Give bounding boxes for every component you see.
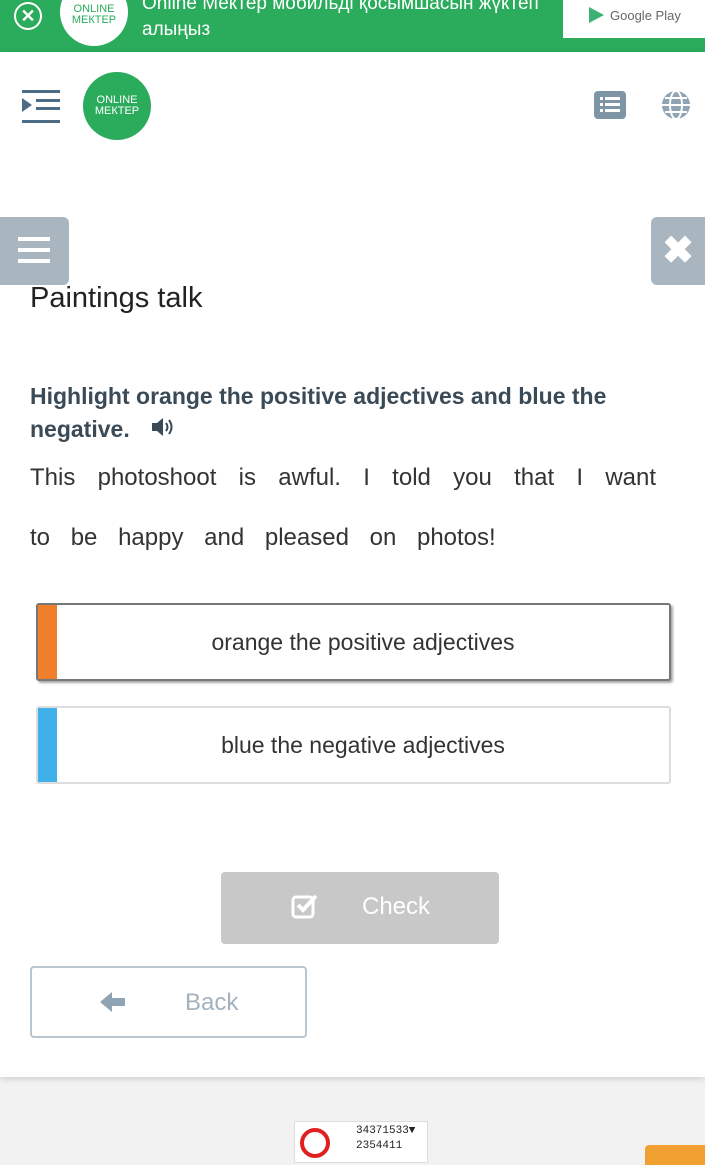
- sentence-word[interactable]: photoshoot: [98, 448, 217, 508]
- google-play-label: Google Play: [610, 8, 681, 23]
- sentence-word[interactable]: I: [576, 448, 583, 508]
- close-icon[interactable]: ✖: [651, 217, 705, 285]
- sentence-word[interactable]: happy: [118, 508, 183, 568]
- sentence-word[interactable]: is: [239, 448, 256, 508]
- sentence-word[interactable]: you: [453, 448, 492, 508]
- lesson-title: Paintings talk: [30, 282, 203, 314]
- checkbox-check-icon: [291, 893, 319, 924]
- counter-line1: 34371533▼: [356, 1125, 416, 1137]
- highlight-sentence: This photoshoot is awful. I told you tha…: [30, 448, 670, 568]
- back-label: Back: [185, 989, 239, 1016]
- sentence-word[interactable]: photos!: [417, 508, 496, 568]
- counter-text: 34371533▼ 2354411: [356, 1124, 415, 1154]
- sentence-word[interactable]: on: [370, 508, 397, 568]
- sentence-word[interactable]: This: [30, 448, 75, 508]
- option-color-stripe: [38, 708, 57, 782]
- banner-logo-text: ONLINE МЕКТЕР: [71, 3, 117, 26]
- globe-icon[interactable]: [660, 89, 692, 121]
- logo-text: ONLINE МЕКТЕР: [94, 94, 140, 117]
- option-positive[interactable]: orange the positive adjectives: [36, 603, 671, 681]
- sentence-word[interactable]: and: [204, 508, 244, 568]
- sentence-word[interactable]: told: [392, 448, 431, 508]
- close-circle-icon[interactable]: ✕: [14, 2, 42, 30]
- option-negative[interactable]: blue the negative adjectives: [36, 706, 671, 784]
- hamburger-icon[interactable]: [0, 217, 69, 285]
- sentence-word[interactable]: awful.: [278, 448, 341, 508]
- check-button[interactable]: [221, 872, 499, 944]
- sentence-word[interactable]: I: [363, 448, 370, 508]
- sentence-word[interactable]: be: [71, 508, 98, 568]
- check-label: Check: [362, 893, 431, 920]
- option-label: blue the negative adjectives: [221, 732, 505, 758]
- back-button[interactable]: [30, 966, 307, 1038]
- instruction-text: Highlight orange the positive adjectives…: [30, 383, 607, 442]
- orange-tab[interactable]: [645, 1145, 705, 1165]
- arrow-left-icon: [100, 990, 126, 1019]
- sentence-word[interactable]: to: [30, 508, 50, 568]
- speaker-icon[interactable]: [150, 414, 176, 447]
- google-play-icon: [589, 7, 604, 23]
- sentence-word[interactable]: want: [605, 448, 656, 508]
- sentence-word[interactable]: that: [514, 448, 554, 508]
- option-label: orange the positive adjectives: [211, 629, 515, 655]
- counter-line2: 2354411: [356, 1140, 403, 1152]
- menu-indent-icon[interactable]: [22, 88, 62, 126]
- task-instruction: Highlight orange the positive adjectives…: [30, 380, 670, 447]
- option-color-stripe: [38, 605, 57, 679]
- sentence-word[interactable]: pleased: [265, 508, 349, 568]
- list-icon[interactable]: [594, 91, 626, 119]
- banner-text[interactable]: Online Мектер мобильді қосымшасын жүктеп…: [142, 0, 542, 43]
- counter-ring-icon: [300, 1128, 330, 1158]
